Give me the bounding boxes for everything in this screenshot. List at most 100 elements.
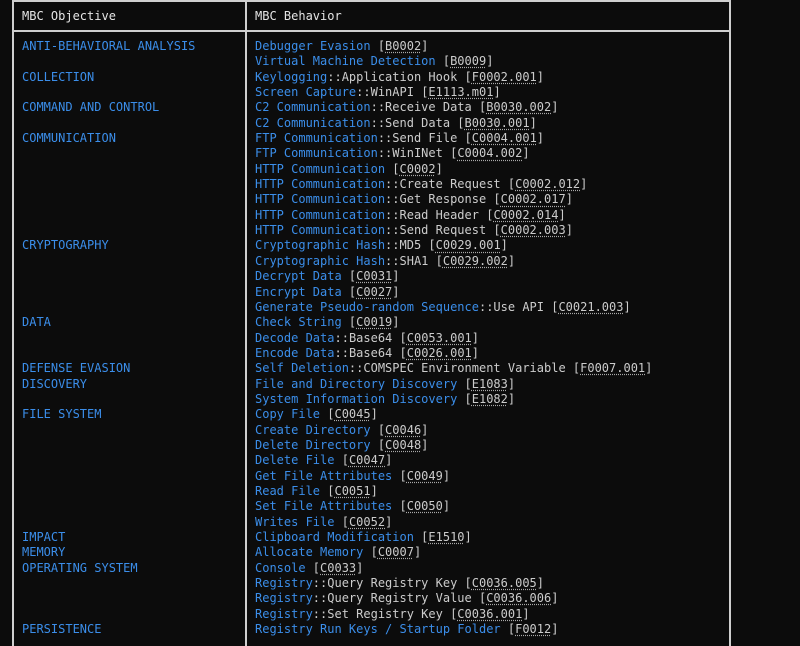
behavior-name: Keylogging (255, 69, 328, 84)
method-separator: :: (377, 146, 393, 161)
method-separator: :: (385, 253, 400, 268)
id-close-bracket: ] (500, 238, 508, 253)
behavior-id: C0021.003 (558, 299, 624, 314)
id-open-bracket: [ (413, 85, 429, 100)
id-close-bracket: ] (565, 192, 573, 207)
behavior-id: C0027 (356, 284, 393, 299)
id-open-bracket: [ (334, 514, 349, 529)
behavior-method: Query Registry Key (327, 576, 458, 591)
id-open-bracket: [ (471, 591, 487, 606)
behavior-method: SHA1 (399, 253, 429, 268)
method-separator: :: (312, 591, 328, 606)
behavior-id: C0033 (320, 560, 357, 575)
behavior-name: Set File Attributes (255, 499, 393, 514)
objective-label: COMMAND AND CONTROL (22, 100, 160, 115)
id-close-bracket: ] (385, 453, 393, 468)
objective-label: OPERATING SYSTEM (22, 560, 138, 575)
behavior-id: E1510 (428, 530, 465, 544)
id-close-bracket: ] (421, 422, 429, 437)
behavior-name: FTP Communication (255, 146, 378, 161)
id-close-bracket: ] (522, 606, 530, 621)
id-close-bracket: ] (522, 146, 530, 161)
id-close-bracket: ] (442, 499, 451, 514)
behavior-id: C0002.014 (493, 207, 559, 222)
objective-cell (22, 177, 242, 192)
id-open-bracket: [ (486, 223, 501, 238)
id-close-bracket: ] (421, 437, 429, 452)
behavior-name: Clipboard Modification (255, 530, 414, 544)
id-close-bracket: ] (413, 545, 422, 560)
objective-cell (22, 392, 242, 407)
objective-label: DATA (22, 315, 51, 330)
behavior-id: F0012 (515, 622, 552, 637)
objective-cell (22, 438, 242, 453)
objective-cell (22, 85, 242, 100)
id-close-bracket: ] (392, 269, 400, 284)
behavior-cell: Screen Capture::WinAPI [E1113.m01] (255, 85, 725, 100)
behavior-name: Registry (255, 591, 313, 606)
behavior-id: C0029.001 (435, 238, 501, 253)
behavior-cell: HTTP Communication::Send Request [C0002.… (255, 223, 725, 238)
method-separator: :: (377, 131, 393, 146)
behavior-id: C0047 (348, 453, 386, 468)
behavior-cell: Registry::Set Registry Key [C0036.001] (255, 607, 725, 622)
behavior-id: C0045 (334, 407, 371, 422)
id-close-bracket: ] (356, 560, 364, 575)
objective-cell (22, 192, 242, 207)
behavior-id: C0052 (348, 514, 386, 529)
behavior-name: HTTP Communication (255, 177, 386, 192)
objective-cell: DATA (22, 315, 242, 330)
behavior-id: C0036.005 (471, 576, 537, 591)
method-separator: :: (312, 576, 328, 591)
id-open-bracket: [ (421, 238, 436, 253)
behavior-name: Writes File (255, 514, 335, 529)
behavior-cell: Cryptographic Hash::SHA1 [C0029.002] (255, 254, 725, 269)
behavior-cell: Registry Run Keys / Startup Folder [F001… (255, 622, 725, 637)
behavior-cell: C2 Communication::Send Data [B0030.001] (255, 116, 725, 131)
objective-cell (22, 285, 242, 300)
behavior-name: C2 Communication (255, 100, 371, 115)
method-separator: :: (356, 85, 371, 100)
objective-label: PERSISTENCE (22, 622, 102, 637)
id-close-bracket: ] (536, 69, 545, 84)
id-open-bracket: [ (385, 161, 400, 176)
behavior-id: B0002 (385, 39, 422, 53)
objective-cell: FILE SYSTEM (22, 407, 242, 422)
id-close-bracket: ] (442, 468, 451, 483)
id-open-bracket: [ (442, 606, 458, 621)
objective-cell (22, 576, 242, 591)
id-open-bracket: [ (370, 437, 386, 452)
objective-cell (22, 591, 242, 606)
id-open-bracket: [ (435, 54, 451, 69)
header-behavior: MBC Behavior (255, 9, 342, 23)
behavior-cell: Set File Attributes [C0050] (255, 499, 725, 514)
behavior-name: HTTP Communication (255, 223, 386, 238)
behavior-method: Read Header (399, 207, 479, 222)
behavior-id: C0053.001 (406, 330, 472, 345)
mbc-table: MBC Objective MBC Behavior ANTI-BEHAVIOR… (12, 0, 731, 646)
objective-label: DISCOVERY (22, 376, 88, 391)
behavior-method: Send Request (399, 223, 487, 238)
method-separator: :: (385, 238, 400, 253)
behavior-cell: FTP Communication::Send File [C0004.001] (255, 131, 725, 146)
behavior-cell: Decrypt Data [C0031] (255, 269, 725, 284)
behavior-id: C0026.001 (406, 345, 472, 360)
id-close-bracket: ] (493, 85, 501, 100)
behavior-method: Query Registry Value (327, 591, 472, 606)
objective-cell (22, 607, 242, 622)
behavior-name: FTP Communication (255, 131, 378, 146)
behavior-name: HTTP Communication (255, 161, 386, 176)
behavior-cell: Delete File [C0047] (255, 453, 725, 468)
table-header: MBC Objective MBC Behavior (14, 0, 729, 32)
objective-cell: COMMUNICATION (22, 131, 242, 146)
behavior-name: Allocate Memory (255, 545, 364, 560)
behavior-name: Decode Data (255, 330, 335, 345)
id-close-bracket: ] (435, 161, 443, 176)
id-close-bracket: ] (551, 100, 559, 115)
id-open-bracket: [ (392, 499, 407, 514)
behavior-name: Virtual Machine Detection (255, 54, 436, 69)
behavior-name: Cryptographic Hash (255, 253, 386, 268)
objective-label: IMPACT (22, 530, 66, 544)
objective-cell (22, 146, 242, 161)
objective-column: ANTI-BEHAVIORAL ANALYSIS COLLECTION COMMAN… (22, 39, 242, 637)
